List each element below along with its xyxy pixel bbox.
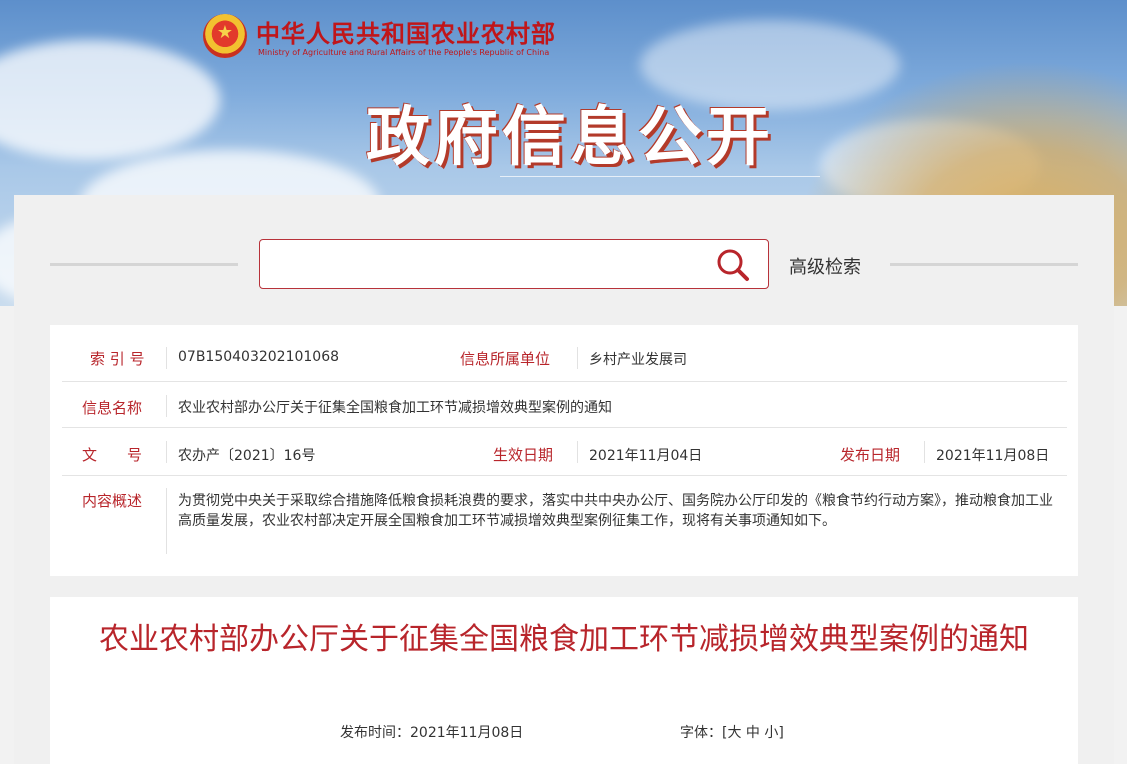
ministry-name-en: Ministry of Agriculture and Rural Affair… <box>258 48 550 57</box>
doc-number-label: 文 号 <box>82 446 143 464</box>
name-label: 信息名称 <box>82 399 143 417</box>
cloud-decoration <box>0 40 220 160</box>
publish-time-label: 发布时间： <box>340 725 410 741</box>
section-title: 政府信息公开 <box>366 101 774 175</box>
article-header: 农业农村部办公厅关于征集全国粮食加工环节减损增效典型案例的通知 发布时间：202… <box>50 597 1078 764</box>
meta-row-doc: 文 号 农办产〔2021〕16号 生效日期 2021年11月04日 发布日期 2… <box>62 427 1067 476</box>
search-divider-left <box>50 263 238 266</box>
meta-row-index: 索 引 号 07B150403202101068 信息所属单位 乡村产业发展司 <box>62 325 1067 382</box>
publish-date-value: 2021年11月08日 <box>936 448 1050 464</box>
publish-time: 发布时间：2021年11月08日 <box>340 722 523 742</box>
summary-text: 为贯彻党中央关于采取综合措施降低粮食损耗浪费的要求，落实中共中央办公厅、国务院办… <box>178 493 1053 529</box>
title-divider <box>500 176 820 177</box>
search-icon[interactable] <box>716 248 750 282</box>
index-label: 索 引 号 <box>90 350 145 368</box>
advanced-search-link[interactable]: 高级检索 <box>789 253 861 279</box>
publish-time-value: 2021年11月08日 <box>410 725 524 741</box>
column-separator <box>166 488 167 554</box>
national-emblem-icon[interactable] <box>203 14 247 58</box>
column-separator <box>166 395 167 417</box>
search-box[interactable] <box>259 239 769 289</box>
summary-label: 内容概述 <box>82 492 143 510</box>
name-value: 农业农村部办公厅关于征集全国粮食加工环节减损增效典型案例的通知 <box>178 400 612 416</box>
font-size-label: 字体： <box>680 725 722 741</box>
search-input[interactable] <box>270 248 704 282</box>
column-separator <box>577 347 578 369</box>
column-separator <box>924 441 925 463</box>
doc-number-value: 农办产〔2021〕16号 <box>178 448 316 464</box>
column-separator <box>166 347 167 369</box>
font-size-large-button[interactable]: 大 <box>727 725 741 741</box>
meta-row-name: 信息名称 农业农村部办公厅关于征集全国粮食加工环节减损增效典型案例的通知 <box>62 381 1067 428</box>
font-size-medium-button[interactable]: 中 <box>746 725 760 741</box>
font-size-controls: 字体：[大 中 小] <box>680 722 784 742</box>
publish-date-label: 发布日期 <box>840 446 901 464</box>
unit-value: 乡村产业发展司 <box>589 352 687 368</box>
column-separator <box>577 441 578 463</box>
column-separator <box>166 441 167 463</box>
info-metadata-table: 索 引 号 07B150403202101068 信息所属单位 乡村产业发展司 … <box>50 325 1078 576</box>
article-title: 农业农村部办公厅关于征集全国粮食加工环节减损增效典型案例的通知 <box>99 622 1029 657</box>
index-value: 07B150403202101068 <box>178 349 340 365</box>
effective-date-value: 2021年11月04日 <box>589 448 703 464</box>
effective-date-label: 生效日期 <box>493 446 554 464</box>
ministry-name[interactable]: 中华人民共和国农业农村部 <box>256 14 556 49</box>
search-divider-right <box>890 263 1078 266</box>
unit-label: 信息所属单位 <box>460 350 551 368</box>
font-size-bracket-close: ] <box>778 725 784 741</box>
font-size-small-button[interactable]: 小 <box>764 725 778 741</box>
